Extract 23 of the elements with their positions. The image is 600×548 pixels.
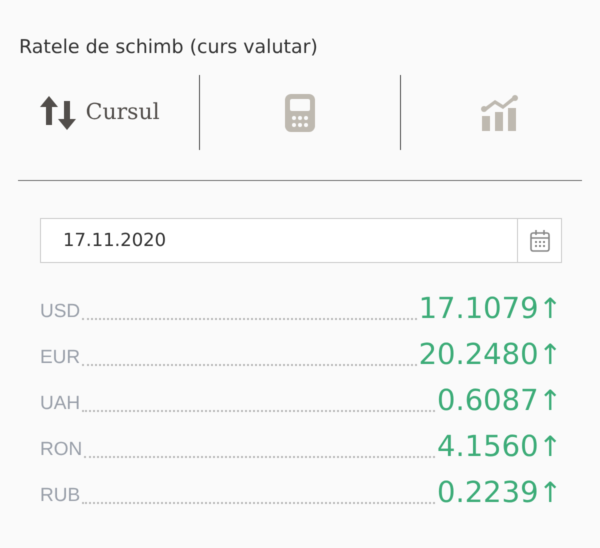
- exchange-rate: 0.6087: [437, 386, 539, 415]
- currency-code: RON: [40, 440, 82, 461]
- trend-arrow: ↑: [538, 387, 562, 415]
- chart-icon: [481, 94, 520, 132]
- tab[interactable]: Cursul: [0, 75, 200, 150]
- exchange-rate: 4.1560: [437, 432, 539, 461]
- calendar-icon: [528, 228, 550, 252]
- exchange-rate: 0.2239: [437, 478, 539, 507]
- currency-code: UAH: [40, 394, 80, 415]
- calendar-button[interactable]: [518, 218, 562, 263]
- currency-code: RUB: [40, 486, 80, 507]
- trend-arrow: ↑: [538, 479, 562, 507]
- currency-code: USD: [40, 302, 80, 323]
- widget-title: Ratele de schimb (curs valutar): [19, 36, 318, 58]
- up-down-arrows-icon: [40, 94, 76, 130]
- calculator-icon: [284, 94, 315, 132]
- trend-arrow: ↑: [538, 341, 562, 369]
- currency-code: EUR: [40, 348, 80, 369]
- trend-arrow: ↑: [538, 295, 562, 323]
- date-field[interactable]: 17.11.2020: [40, 218, 518, 263]
- trend-arrow: ↑: [538, 433, 562, 461]
- exchange-rate: 20.2480: [418, 340, 539, 369]
- exchange-rate: 17.1079: [418, 294, 539, 323]
